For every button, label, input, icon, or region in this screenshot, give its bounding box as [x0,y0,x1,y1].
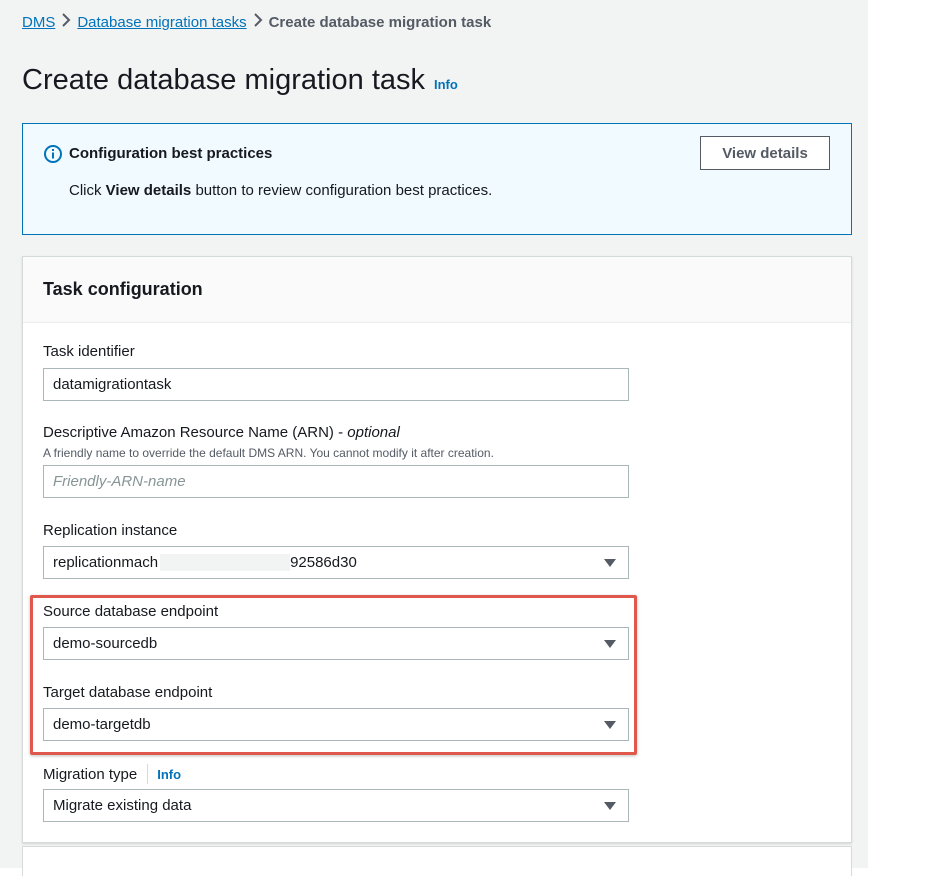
breadcrumb: DMS Database migration tasks Create data… [22,12,491,32]
migration-type-select[interactable]: Migrate existing data [43,789,629,822]
breadcrumb-dms-link[interactable]: DMS [22,14,55,31]
caret-down-icon [604,721,616,729]
replication-instance-label: Replication instance [43,522,178,539]
source-endpoint-value: demo-sourcedb [53,635,158,652]
panel-header: Task configuration [23,257,851,323]
flashbar-title: Configuration best practices [69,145,273,162]
label-divider [147,764,149,784]
migration-type-label: Migration type [43,765,138,783]
caret-down-icon [604,559,616,567]
source-endpoint-label: Source database endpoint [43,603,219,620]
target-endpoint-select[interactable]: demo-targetdb [43,708,629,741]
page-title: Create database migration task [22,64,425,96]
page-title-row: Create database migration task Info [22,64,458,97]
chevron-right-icon [55,12,77,32]
arn-label: Descriptive Amazon Resource Name (ARN) -… [43,424,400,441]
migration-type-label-row: Migration type Info [43,764,181,784]
target-endpoint-value: demo-targetdb [53,716,151,733]
flashbar-text-suffix: button to review configuration best prac… [191,182,493,199]
arn-label-text: Descriptive Amazon Resource Name (ARN) - [43,424,348,441]
best-practices-flashbar: Configuration best practices Click View … [22,123,852,235]
view-details-button[interactable]: View details [700,136,830,170]
caret-down-icon [604,802,616,810]
arn-placeholder: Friendly-ARN-name [53,473,186,490]
arn-input[interactable]: Friendly-ARN-name [43,465,629,498]
breadcrumb-current: Create database migration task [268,13,492,31]
chevron-right-icon [247,12,269,32]
task-identifier-input[interactable]: datamigrationtask [43,368,629,401]
next-panel [22,846,852,876]
redacted-region [160,554,290,571]
flashbar-text-bold: View details [105,182,192,199]
replication-instance-select[interactable]: replicationmach 92586d30 [43,546,629,579]
flashbar-text: Click View details button to review conf… [69,182,492,199]
source-endpoint-select[interactable]: demo-sourcedb [43,627,629,660]
target-endpoint-label: Target database endpoint [43,684,213,701]
caret-down-icon [604,640,616,648]
flashbar-text-prefix: Click [69,182,106,199]
task-identifier-label: Task identifier [43,343,135,360]
breadcrumb-tasks-link[interactable]: Database migration tasks [77,14,246,31]
migration-type-value: Migrate existing data [53,797,192,814]
migration-type-info-link[interactable]: Info [157,767,181,782]
replication-instance-value-suffix: 92586d30 [290,554,357,571]
replication-instance-value-prefix: replicationmach [53,554,159,571]
panel-title: Task configuration [43,279,203,299]
info-circle-icon [43,144,63,164]
arn-description: A friendly name to override the default … [43,446,494,460]
task-identifier-value: datamigrationtask [53,376,172,393]
task-configuration-panel: Task configuration Task identifier datam… [22,256,852,843]
arn-optional-text: optional [347,424,400,441]
page-info-link[interactable]: Info [434,77,458,92]
